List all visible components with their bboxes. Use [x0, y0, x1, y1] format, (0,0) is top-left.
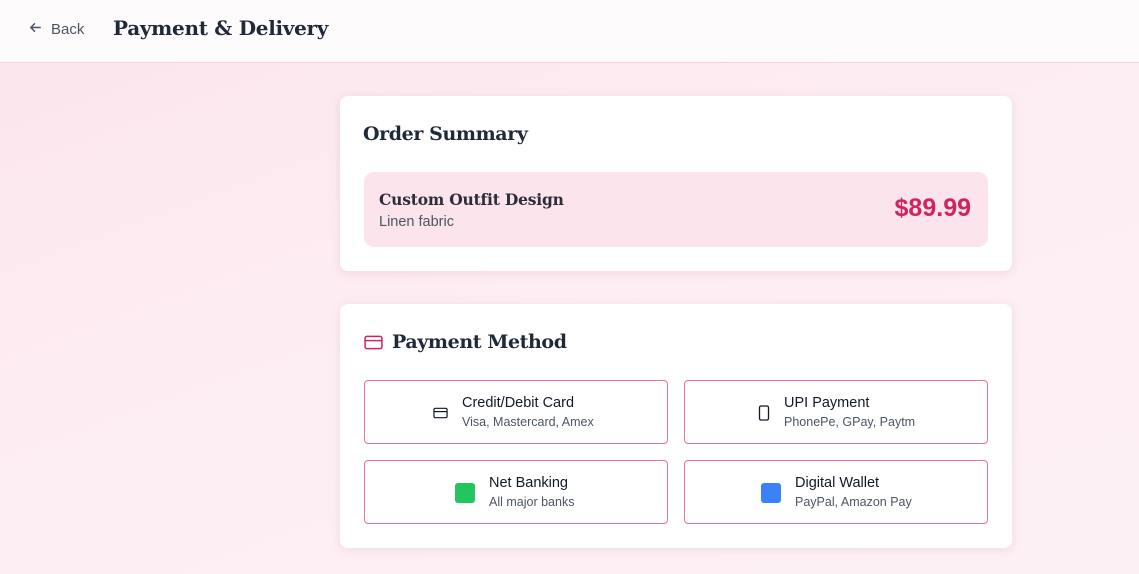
option-credit-debit-card[interactable]: Credit/Debit Card Visa, Mastercard, Amex: [364, 380, 668, 444]
option-title: Credit/Debit Card: [462, 395, 575, 411]
option-title: Digital Wallet: [795, 475, 880, 491]
blue-square-icon: [761, 483, 781, 503]
arrow-left-icon: [28, 20, 43, 39]
payment-method-heading: Payment Method: [392, 331, 567, 353]
credit-card-icon: [433, 407, 448, 419]
item-fabric: Linen fabric: [379, 214, 454, 230]
option-subtitle: PayPal, Amazon Pay: [795, 495, 912, 509]
item-name: Custom Outfit Design: [379, 190, 564, 209]
item-price: $89.99: [894, 194, 971, 222]
option-net-banking[interactable]: Net Banking All major banks: [364, 460, 668, 524]
back-button[interactable]: Back: [28, 20, 84, 39]
smartphone-icon: [758, 405, 770, 421]
order-summary-card: Order Summary Custom Outfit Design Linen…: [340, 96, 1012, 271]
order-item: Custom Outfit Design Linen fabric $89.99: [364, 172, 988, 247]
top-bar: Back Payment & Delivery: [0, 0, 1139, 63]
payment-method-header: Payment Method: [364, 331, 567, 353]
credit-card-icon: [364, 335, 383, 350]
option-title: UPI Payment: [784, 395, 870, 411]
page-title: Payment & Delivery: [113, 16, 329, 40]
green-square-icon: [455, 483, 475, 503]
option-title: Net Banking: [489, 475, 568, 491]
option-subtitle: Visa, Mastercard, Amex: [462, 415, 594, 429]
option-upi-payment[interactable]: UPI Payment PhonePe, GPay, Paytm: [684, 380, 988, 444]
back-label: Back: [51, 21, 85, 38]
order-summary-heading: Order Summary: [363, 123, 528, 145]
option-subtitle: PhonePe, GPay, Paytm: [784, 415, 916, 429]
option-subtitle: All major banks: [489, 495, 575, 509]
payment-method-card: Payment Method Credit/Debit Card Visa, M…: [340, 304, 1012, 548]
option-digital-wallet[interactable]: Digital Wallet PayPal, Amazon Pay: [684, 460, 988, 524]
